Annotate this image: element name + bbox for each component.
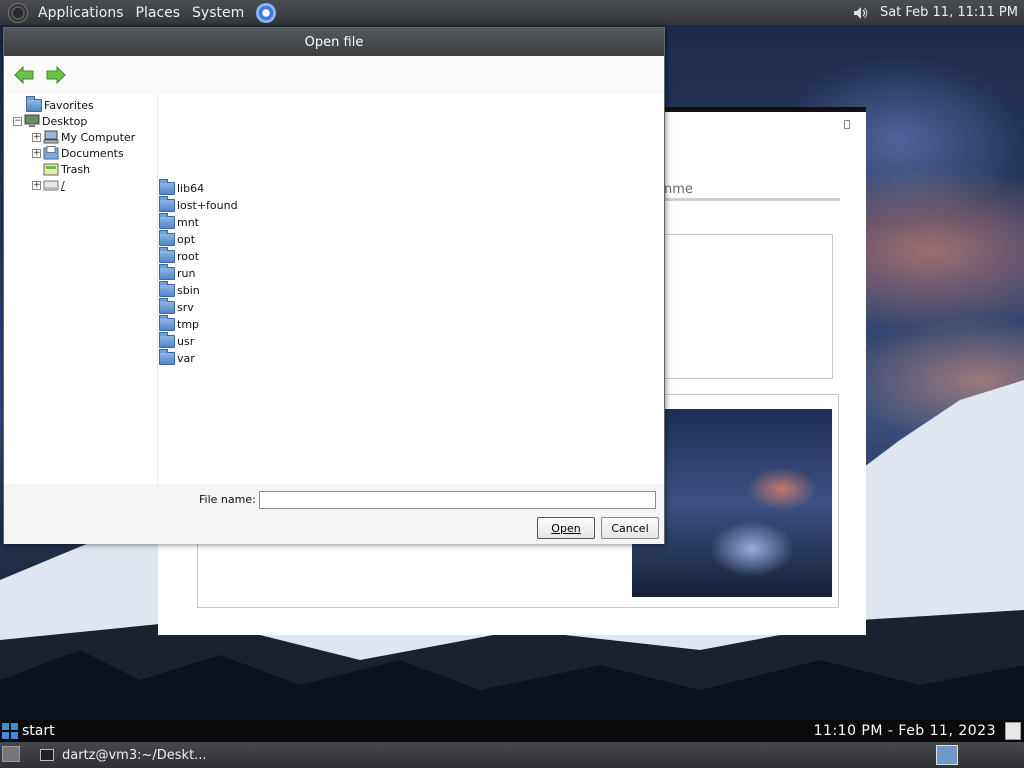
menu-places[interactable]: Places xyxy=(130,5,187,21)
file-item[interactable]: lib64 xyxy=(159,179,664,197)
chromium-launcher-icon[interactable] xyxy=(256,2,277,23)
expand-toggle[interactable]: + xyxy=(32,180,41,190)
folder-icon xyxy=(159,264,175,280)
workspace-pager[interactable] xyxy=(936,745,958,765)
trash-icon xyxy=(43,163,59,176)
open-button[interactable]: Open xyxy=(537,517,595,539)
arrow-right-icon xyxy=(46,66,66,84)
file-list: lib64 lost+found mnt opt root run sbin s… xyxy=(158,94,664,484)
start-menu-icon[interactable] xyxy=(2,723,18,739)
folder-icon xyxy=(159,315,175,331)
favorites-folder-icon xyxy=(26,95,42,112)
speaker-icon[interactable] xyxy=(852,5,868,21)
file-item-label: opt xyxy=(177,233,196,246)
folder-icon xyxy=(159,196,175,212)
menu-system[interactable]: System xyxy=(186,5,250,21)
background-panel-box xyxy=(658,234,833,379)
file-item-label: mnt xyxy=(177,216,199,229)
documents-icon xyxy=(43,146,59,160)
tree-item-label: Documents xyxy=(61,146,124,160)
file-item-label: usr xyxy=(177,335,195,348)
drive-icon xyxy=(43,180,59,191)
tree-item-label: Favorites xyxy=(44,98,94,112)
folder-tree: Favorites − Desktop + My Computer + Docu… xyxy=(4,94,158,484)
background-tab-label[interactable]: nme xyxy=(664,182,693,197)
tree-item-desktop[interactable]: − Desktop xyxy=(4,113,157,129)
folder-icon xyxy=(159,247,175,263)
cancel-button[interactable]: Cancel xyxy=(601,517,659,539)
expand-toggle[interactable]: + xyxy=(32,148,41,158)
top-clock[interactable]: Sat Feb 11, 11:11 PM xyxy=(880,5,1018,20)
file-item[interactable]: tmp xyxy=(159,315,664,333)
os-logo-icon[interactable] xyxy=(8,2,28,23)
tree-item-label: Trash xyxy=(61,162,91,176)
file-item-label: root xyxy=(177,250,200,263)
folder-icon xyxy=(159,213,175,229)
tree-item-trash[interactable]: Trash xyxy=(4,161,157,177)
restore-icon[interactable] xyxy=(844,120,850,129)
file-item[interactable]: lost+found xyxy=(159,196,664,214)
tree-item-label: / xyxy=(61,178,65,192)
folder-icon xyxy=(159,281,175,297)
tree-item-label: Desktop xyxy=(42,114,88,128)
file-name-label: File name: xyxy=(199,493,256,506)
file-item[interactable]: var xyxy=(159,349,664,367)
taskbar-terminal-label: dartz@vm3:~/Deskt... xyxy=(62,747,207,763)
file-item-label: var xyxy=(177,352,195,365)
forward-button[interactable] xyxy=(45,64,67,86)
file-item[interactable]: opt xyxy=(159,230,664,248)
taskbar-clock[interactable]: 11:10 PM - Feb 11, 2023 xyxy=(814,723,996,739)
computer-icon xyxy=(43,130,59,144)
file-item[interactable]: run xyxy=(159,264,664,282)
file-item-label: lib64 xyxy=(177,182,205,195)
file-item[interactable]: sbin xyxy=(159,281,664,299)
dialog-footer: File name: Open Cancel xyxy=(4,484,664,544)
collapse-toggle[interactable]: − xyxy=(13,116,22,126)
folder-icon xyxy=(159,349,175,365)
tree-item-favorites[interactable]: Favorites xyxy=(4,95,157,113)
show-desktop-icon[interactable] xyxy=(2,746,20,762)
file-item-label: tmp xyxy=(177,318,200,331)
file-item[interactable]: srv xyxy=(159,298,664,316)
expand-toggle[interactable]: + xyxy=(32,132,41,142)
menu-applications[interactable]: Applications xyxy=(32,5,130,21)
terminal-icon xyxy=(40,749,54,761)
dialog-titlebar[interactable]: Open file xyxy=(4,28,664,56)
file-item-label: sbin xyxy=(177,284,200,297)
tree-item-root[interactable]: + / xyxy=(4,177,157,193)
file-item-label: srv xyxy=(177,301,194,314)
folder-icon xyxy=(159,298,175,314)
desktop-icon xyxy=(24,114,40,127)
dialog-toolbar xyxy=(4,56,664,94)
file-item-label: run xyxy=(177,267,196,280)
tree-item-documents[interactable]: + Documents xyxy=(4,145,157,161)
open-file-dialog: Open file Favorites − Desktop + My Compu… xyxy=(3,27,665,544)
file-name-input[interactable] xyxy=(259,491,656,509)
taskbar-terminal-item[interactable]: dartz@vm3:~/Deskt... xyxy=(40,748,207,763)
bottom-panel: dartz@vm3:~/Deskt... xyxy=(0,742,1024,768)
arrow-left-icon xyxy=(14,66,34,84)
file-item[interactable]: mnt xyxy=(159,213,664,231)
file-item[interactable]: usr xyxy=(159,332,664,350)
back-button[interactable] xyxy=(13,64,35,86)
folder-icon xyxy=(159,230,175,246)
tray-menu-icon[interactable] xyxy=(1005,722,1021,740)
dialog-title: Open file xyxy=(304,34,364,50)
start-button[interactable]: start xyxy=(22,723,55,739)
top-panel: Applications Places System Sat Feb 11, 1… xyxy=(0,0,1024,25)
tree-item-label: My Computer xyxy=(61,130,136,144)
open-button-label: Open xyxy=(551,521,581,535)
file-item-label: lost+found xyxy=(177,199,238,212)
file-item[interactable]: root xyxy=(159,247,664,265)
folder-icon xyxy=(159,179,175,195)
tab-underline xyxy=(658,198,840,201)
tree-item-my-computer[interactable]: + My Computer xyxy=(4,129,157,145)
start-taskbar: start 11:10 PM - Feb 11, 2023 xyxy=(0,720,1024,742)
folder-icon xyxy=(159,332,175,348)
